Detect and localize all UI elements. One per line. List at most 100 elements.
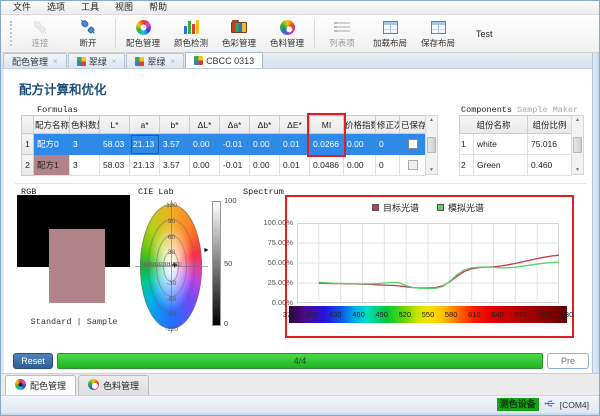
document-tab-配色管理[interactable]: 配色管理× [3, 53, 67, 68]
menu-item-工具[interactable]: 工具 [73, 1, 107, 14]
formula-value-cell[interactable]: 0.01 [280, 155, 310, 176]
formula-name-cell[interactable]: 配方1 [34, 155, 70, 176]
toolbar-button-加载布局[interactable]: 加载布局 [366, 15, 414, 52]
saved-cell[interactable] [400, 134, 426, 155]
spectrum-caption: Spectrum [243, 187, 284, 197]
formula-value-cell[interactable]: 0.00 [250, 155, 280, 176]
document-tab-翠绿[interactable]: 翠绿× [126, 53, 184, 68]
column-header-价格指数[interactable]: 价格指数 [344, 116, 376, 134]
formula-value-cell[interactable]: 0.00 [344, 155, 376, 176]
menu-item-视图[interactable]: 视图 [107, 1, 141, 14]
column-header-L*[interactable]: L* [100, 116, 130, 134]
components-tab[interactable]: Components [461, 105, 512, 115]
x-axis-tick-label: 550 [418, 310, 438, 319]
scrollbar-thumb[interactable] [573, 137, 582, 153]
formula-value-cell[interactable]: 0 [376, 155, 400, 176]
formula-value-cell[interactable]: 0.0266 [310, 134, 344, 155]
formula-value-cell[interactable]: 3 [70, 134, 100, 155]
toolbar-button-色彩管理[interactable]: 色彩管理 [215, 15, 263, 52]
formula-value-cell[interactable]: 21.13 [130, 134, 160, 155]
formula-value-cell[interactable]: -0.01 [220, 155, 250, 176]
reset-button[interactable]: Reset [13, 353, 53, 369]
row-number-header [22, 116, 34, 134]
lightness-bar-label: 0 [224, 319, 246, 328]
formula-name-cell[interactable]: 配方0 [34, 134, 70, 155]
formula-value-cell[interactable]: 0.00 [250, 134, 280, 155]
component-name-cell[interactable]: Green [474, 155, 528, 176]
formula-value-cell[interactable]: 21.13 [130, 155, 160, 176]
pre-button[interactable]: Pre [547, 353, 589, 369]
formula-row[interactable]: 1配方0358.0321.133.570.00-0.010.000.010.02… [22, 134, 426, 155]
cielab-caption: CIE Lab [138, 187, 174, 197]
x-axis-tick-label: 490 [372, 310, 392, 319]
formula-value-cell[interactable]: 0.00 [190, 155, 220, 176]
formula-value-cell[interactable]: 3.57 [160, 134, 190, 155]
column-header-ΔL*[interactable]: ΔL* [190, 116, 220, 134]
scroll-down-icon[interactable]: ▼ [429, 167, 434, 173]
formula-value-cell[interactable]: 3 [70, 155, 100, 176]
saved-checkbox[interactable] [408, 139, 418, 149]
toolbar-button-配色管理[interactable]: 配色管理 [119, 15, 167, 52]
saved-cell[interactable] [400, 155, 426, 176]
components-scrollbar[interactable]: ▲ ▼ [571, 115, 584, 175]
column-header-Δb*[interactable]: Δb* [250, 116, 280, 134]
toolbar-button-断开[interactable]: 断开 [64, 15, 112, 52]
formula-value-cell[interactable]: 0.01 [280, 134, 310, 155]
tab-close-icon[interactable]: × [112, 57, 117, 66]
window-frame-right[interactable] [592, 53, 600, 416]
tab-close-icon[interactable]: × [170, 57, 175, 66]
document-tab-翠绿[interactable]: 翠绿× [68, 53, 126, 68]
sample-maker-tab[interactable]: Sample Maker [517, 105, 578, 115]
test-label: Test [476, 29, 493, 39]
components-table[interactable]: 组份名称组份比例1white75.0162Green0.460 [459, 115, 572, 176]
bottom-tab-配色管理[interactable]: 配色管理 [5, 375, 76, 395]
column-header-配方名称[interactable]: 配方名称 [34, 116, 70, 134]
component-name-cell[interactable]: white [474, 134, 528, 155]
scroll-down-icon[interactable]: ▼ [575, 167, 580, 173]
formula-row[interactable]: 2配方1358.0321.133.570.00-0.010.000.010.04… [22, 155, 426, 176]
column-header-MI[interactable]: MI [310, 116, 344, 134]
column-header-b*[interactable]: b* [160, 116, 190, 134]
toolbar-button-颜色检测[interactable]: 颜色检测 [167, 15, 215, 52]
cielab-b-axis-label: -60 [161, 296, 182, 303]
column-header-修正次数[interactable]: 修正次数 [376, 116, 400, 134]
formula-value-cell[interactable]: 58.03 [100, 134, 130, 155]
column-header-Δa*[interactable]: Δa* [220, 116, 250, 134]
formula-value-cell[interactable]: -0.01 [220, 134, 250, 155]
formulas-scrollbar[interactable]: ▲ ▼ [425, 115, 438, 175]
formula-value-cell[interactable]: 3.57 [160, 155, 190, 176]
formula-value-cell[interactable]: 0.0486 [310, 155, 344, 176]
component-ratio-cell[interactable]: 0.460 [528, 155, 572, 176]
color-wheel-icon [15, 379, 26, 392]
formula-value-cell[interactable]: 0 [376, 134, 400, 155]
column-header-a*[interactable]: a* [130, 116, 160, 134]
component-row[interactable]: 1white75.016 [460, 134, 572, 155]
save-layout-icon [431, 18, 446, 36]
component-row[interactable]: 2Green0.460 [460, 155, 572, 176]
column-header-组份名称[interactable]: 组份名称 [460, 116, 528, 134]
scroll-up-icon[interactable]: ▲ [429, 117, 434, 123]
bottom-tab-色料管理[interactable]: 色料管理 [78, 375, 149, 395]
formulas-table[interactable]: 配方名称色料数量L*a*b*ΔL*Δa*Δb*ΔE*MI价格指数修正次数已保存1… [21, 115, 426, 176]
menu-item-帮助[interactable]: 帮助 [141, 1, 175, 14]
scroll-up-icon[interactable]: ▲ [575, 117, 580, 123]
color-detect-icon [184, 18, 199, 36]
toolbar-button-保存布局[interactable]: 保存布局 [414, 15, 462, 52]
tab-close-icon[interactable]: × [53, 57, 58, 66]
column-header-组份比例[interactable]: 组份比例 [528, 116, 572, 134]
scrollbar-thumb[interactable] [427, 137, 436, 153]
column-header-色料数量[interactable]: 色料数量 [70, 116, 100, 134]
document-tab-CBCC 0313[interactable]: CBCC 0313 [185, 52, 263, 68]
chart-legend: 目标光谱模拟光谱 [297, 201, 559, 214]
formula-value-cell[interactable]: 58.03 [100, 155, 130, 176]
formula-value-cell[interactable]: 0.00 [190, 134, 220, 155]
formula-value-cell[interactable]: 0.00 [344, 134, 376, 155]
menu-item-文件[interactable]: 文件 [5, 1, 39, 14]
column-header-已保存[interactable]: 已保存 [400, 116, 426, 134]
menu-item-选项[interactable]: 选项 [39, 1, 73, 14]
column-header-ΔE*[interactable]: ΔE* [280, 116, 310, 134]
toolbar-button-色料管理[interactable]: 色料管理 [263, 15, 311, 52]
lightness-bar[interactable] [212, 201, 221, 326]
component-ratio-cell[interactable]: 75.016 [528, 134, 572, 155]
saved-checkbox[interactable] [408, 160, 418, 170]
